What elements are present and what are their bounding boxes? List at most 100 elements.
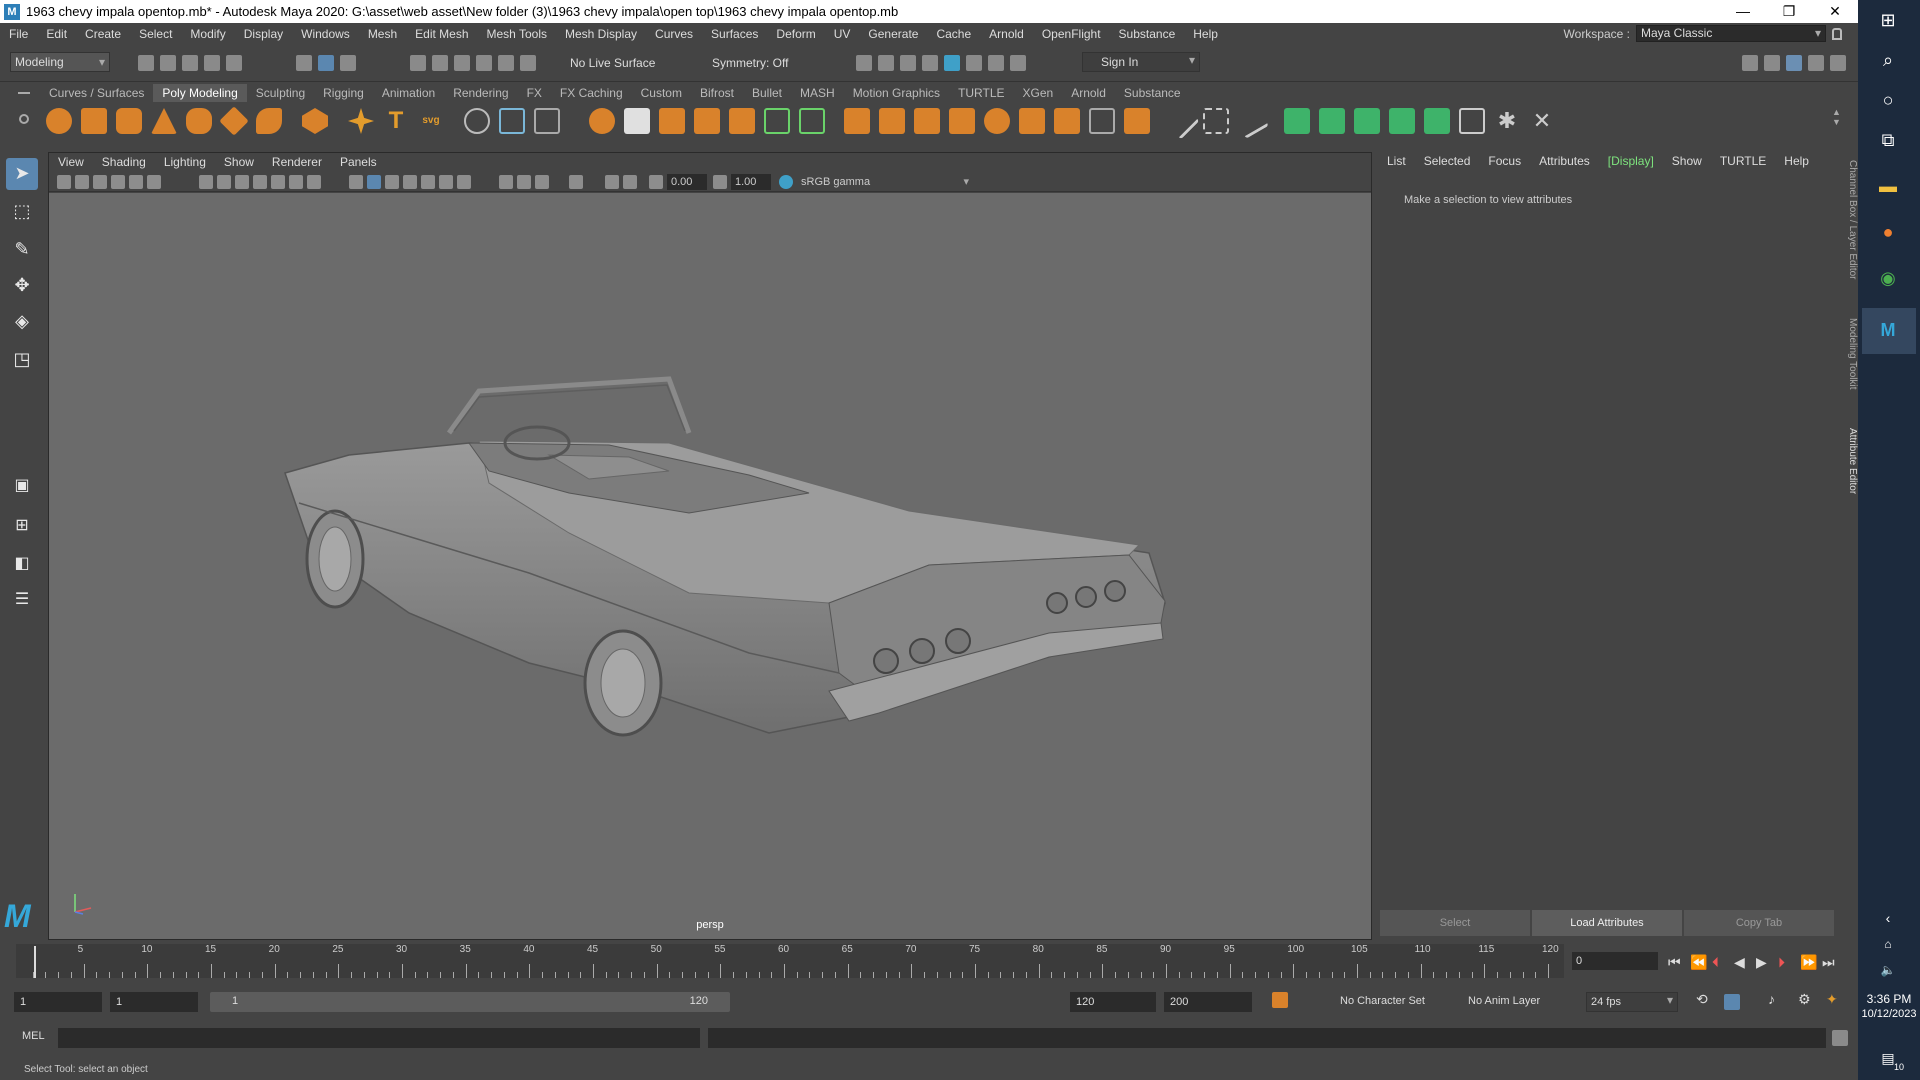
attr-menu-attributes[interactable]: Attributes (1530, 152, 1599, 170)
poly-sphere-icon[interactable] (46, 108, 72, 134)
multi-cut-icon[interactable] (1162, 102, 1200, 140)
duplicate-face-icon[interactable] (1054, 108, 1080, 134)
combine-icon[interactable] (464, 108, 490, 134)
shadows-icon[interactable] (439, 175, 453, 189)
motion-blur-icon[interactable] (499, 175, 513, 189)
viewport-menu-panels[interactable]: Panels (331, 153, 386, 171)
new-scene-icon[interactable] (138, 55, 154, 71)
step-back-key-icon[interactable]: ⏪ (1690, 954, 1707, 971)
loop-icon[interactable]: ⟲ (1696, 991, 1708, 1008)
platonic-solid-icon[interactable] (302, 108, 328, 134)
poke-icon[interactable] (984, 108, 1010, 134)
lock-icon[interactable] (1832, 27, 1842, 40)
attr-menu-help[interactable]: Help (1775, 152, 1818, 170)
extrude-icon[interactable] (844, 108, 870, 134)
attr-menu-display[interactable]: [Display] (1599, 152, 1663, 170)
use-default-material-icon[interactable] (385, 175, 399, 189)
search-icon[interactable]: ⌕ (1876, 48, 1900, 72)
camera-attributes-icon[interactable] (75, 175, 89, 189)
smooth-shade-icon[interactable] (307, 175, 321, 189)
boolean-union-icon[interactable] (589, 108, 615, 134)
reduce-icon[interactable] (764, 108, 790, 134)
volume-icon[interactable]: 🔈 (1876, 958, 1900, 982)
poly-cone-icon[interactable] (151, 108, 177, 134)
shelf-tab-poly-modeling[interactable]: Poly Modeling (153, 84, 247, 102)
file-explorer-icon[interactable]: ▬ (1876, 174, 1900, 198)
fill-hole-icon[interactable] (729, 108, 755, 134)
use-all-lights-icon[interactable] (421, 175, 435, 189)
edge-loop-tool-icon[interactable] (1203, 108, 1229, 134)
taskbar-time[interactable]: 3:36 PM (1858, 992, 1920, 1006)
cache-playback-icon[interactable] (1724, 994, 1740, 1010)
sign-in-dropdown[interactable]: Sign In (1082, 52, 1200, 72)
shelf-tab-custom[interactable]: Custom (632, 84, 691, 102)
attribute-editor-toggle-icon[interactable] (1786, 55, 1802, 71)
chrome-icon[interactable]: ◉ (1876, 266, 1900, 290)
channel-box-icon[interactable] (1830, 55, 1846, 71)
poly-plane-icon[interactable] (219, 106, 249, 136)
attr-menu-selected[interactable]: Selected (1415, 152, 1480, 170)
step-forward-frame-icon[interactable]: ⏵ (1778, 954, 1785, 971)
remesh-icon[interactable] (799, 108, 825, 134)
xray-icon[interactable] (367, 175, 381, 189)
menu-mesh-display[interactable]: Mesh Display (556, 27, 646, 41)
select-by-component-icon[interactable] (340, 55, 356, 71)
open-scene-icon[interactable] (160, 55, 176, 71)
menu-file[interactable]: File (0, 27, 37, 41)
menu-substance[interactable]: Substance (1110, 27, 1185, 41)
exposure-icon[interactable] (649, 175, 663, 189)
tool-settings-icon[interactable] (1808, 55, 1824, 71)
shelf-tab-fx-caching[interactable]: FX Caching (551, 84, 632, 102)
shelf-tab-fx[interactable]: FX (518, 84, 551, 102)
xray-active-components-icon[interactable] (623, 175, 637, 189)
cortana-icon[interactable]: ○ (1876, 88, 1900, 112)
textured-icon[interactable] (403, 175, 417, 189)
viewport-menu-renderer[interactable]: Renderer (263, 153, 331, 171)
menu-cache[interactable]: Cache (927, 27, 980, 41)
render-view-icon[interactable] (856, 55, 872, 71)
extract-icon[interactable] (659, 108, 685, 134)
preferences-icon[interactable]: ⚙ (1798, 991, 1811, 1008)
snap-grid-icon[interactable] (410, 55, 426, 71)
time-slider-track[interactable]: 5 10 15 20 25 30 35 40 45 50 55 60 65 70 75 80 85 90 95 100… (16, 944, 1564, 978)
menu-select[interactable]: Select (130, 27, 181, 41)
gamma-icon[interactable] (713, 175, 727, 189)
menu-edit-mesh[interactable]: Edit Mesh (406, 27, 477, 41)
screen-space-ao-icon[interactable] (457, 175, 471, 189)
playback-end-field[interactable]: 120 (1070, 992, 1156, 1012)
poly-cylinder-icon[interactable] (116, 108, 142, 134)
tab-channel-box[interactable]: Channel Box / Layer Editor (1840, 160, 1858, 280)
four-view-layout-icon[interactable]: ⊞ (6, 510, 38, 542)
pause-viewport-icon[interactable] (1010, 55, 1026, 71)
append-to-polygon-icon[interactable] (949, 108, 975, 134)
network-icon[interactable]: ⌂ (1876, 932, 1900, 956)
uv-grid-icon[interactable] (1459, 108, 1485, 134)
workspace-dropdown[interactable]: Maya Classic (1636, 25, 1826, 42)
save-scene-icon[interactable] (182, 55, 198, 71)
viewport-menu-lighting[interactable]: Lighting (155, 153, 215, 171)
poly-disc-icon[interactable] (256, 108, 282, 134)
menu-deform[interactable]: Deform (767, 27, 824, 41)
sound-icon[interactable]: ♪ (1768, 991, 1775, 1007)
smooth-icon[interactable] (534, 108, 560, 134)
collapse-icon[interactable] (1124, 108, 1150, 134)
depth-of-field-icon[interactable] (535, 175, 549, 189)
attr-menu-show[interactable]: Show (1663, 152, 1711, 170)
safe-title-icon[interactable] (271, 175, 285, 189)
menu-create[interactable]: Create (76, 27, 130, 41)
shelf-tab-curves-surfaces[interactable]: Curves / Surfaces (40, 84, 153, 102)
poly-torus-icon[interactable] (186, 108, 212, 134)
auto-key-icon[interactable] (1272, 992, 1288, 1008)
bookmarks-icon[interactable] (93, 175, 107, 189)
menu-set-dropdown[interactable]: Modeling (10, 52, 110, 72)
persp-outliner-layout-icon[interactable]: ◧ (6, 548, 38, 580)
shelf-tab-arnold[interactable]: Arnold (1062, 84, 1115, 102)
film-gate-icon[interactable] (147, 175, 161, 189)
playback-start-field[interactable]: 1 (110, 992, 198, 1012)
bevel-icon[interactable] (914, 108, 940, 134)
viewport-menu-show[interactable]: Show (215, 153, 263, 171)
exposure-field[interactable]: 0.00 (667, 174, 707, 190)
shelf-menu-icon[interactable] (16, 88, 32, 138)
fps-dropdown[interactable]: 24 fps (1586, 992, 1678, 1012)
shelf-tab-animation[interactable]: Animation (373, 84, 444, 102)
